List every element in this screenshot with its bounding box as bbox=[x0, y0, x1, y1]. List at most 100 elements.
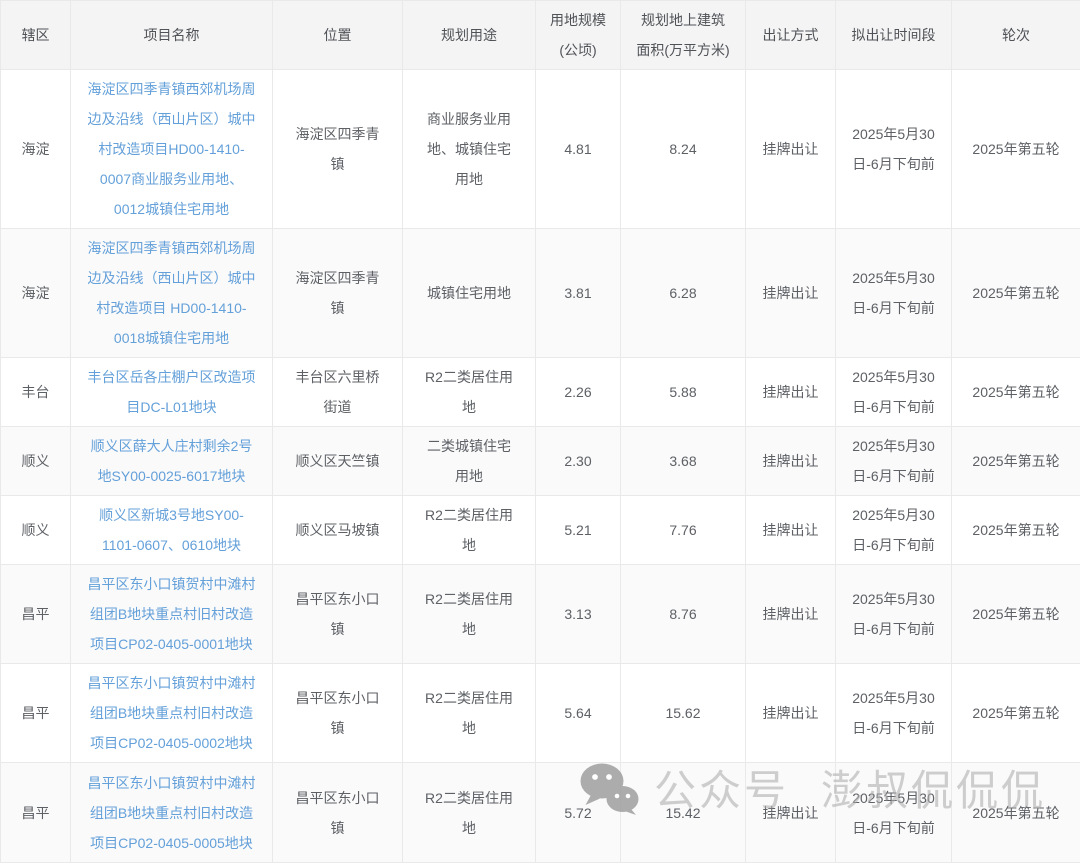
col-header-planned-use: 规划用途 bbox=[403, 1, 536, 70]
cell-land-scale: 5.21 bbox=[536, 496, 621, 565]
cell-project: 海淀区四季青镇西郊机场周边及沿线（西山片区）城中村改造项目HD00-1410-0… bbox=[71, 70, 273, 229]
table-row: 顺义 顺义区薛大人庄村剩余2号地SY00-0025-6017地块 顺义区天竺镇 … bbox=[1, 427, 1080, 496]
cell-project: 顺义区新城3号地SY00-1101-0607、0610地块 bbox=[71, 496, 273, 565]
table-row: 海淀 海淀区四季青镇西郊机场周边及沿线（西山片区）城中村改造项目HD00-141… bbox=[1, 70, 1080, 229]
cell-building-area: 5.88 bbox=[621, 358, 746, 427]
building-area-line1: 规划地上建筑 bbox=[641, 12, 725, 28]
cell-building-area: 15.42 bbox=[621, 763, 746, 863]
cell-district: 丰台 bbox=[1, 358, 71, 427]
cell-round: 2025年第五轮 bbox=[952, 496, 1080, 565]
cell-land-scale: 2.26 bbox=[536, 358, 621, 427]
project-link[interactable]: 昌平区东小口镇贺村中滩村组团B地块重点村旧村改造项目CP02-0405-0005… bbox=[85, 768, 258, 858]
table-row: 海淀 海淀区四季青镇西郊机场周边及沿线（西山片区）城中村改造项目 HD00-14… bbox=[1, 229, 1080, 358]
table-row: 昌平 昌平区东小口镇贺村中滩村组团B地块重点村旧村改造项目CP02-0405-0… bbox=[1, 664, 1080, 763]
cell-planned-use: R2二类居住用地 bbox=[403, 664, 536, 763]
cell-transfer-period: 2025年5月30日-6月下旬前 bbox=[836, 565, 952, 664]
project-link[interactable]: 海淀区四季青镇西郊机场周边及沿线（西山片区）城中村改造项目 HD00-1410-… bbox=[85, 233, 258, 353]
cell-district: 昌平 bbox=[1, 565, 71, 664]
cell-location: 海淀区四季青镇 bbox=[273, 70, 403, 229]
cell-building-area: 6.28 bbox=[621, 229, 746, 358]
cell-planned-use: R2二类居住用地 bbox=[403, 763, 536, 863]
land-scale-line2: (公顷) bbox=[559, 42, 596, 58]
cell-land-scale: 5.64 bbox=[536, 664, 621, 763]
project-link[interactable]: 顺义区新城3号地SY00-1101-0607、0610地块 bbox=[85, 500, 258, 560]
cell-location: 昌平区东小口镇 bbox=[273, 763, 403, 863]
cell-round: 2025年第五轮 bbox=[952, 565, 1080, 664]
project-link[interactable]: 海淀区四季青镇西郊机场周边及沿线（西山片区）城中村改造项目HD00-1410-0… bbox=[85, 74, 258, 224]
cell-project: 昌平区东小口镇贺村中滩村组团B地块重点村旧村改造项目CP02-0405-0001… bbox=[71, 565, 273, 664]
cell-transfer-period: 2025年5月30日-6月下旬前 bbox=[836, 70, 952, 229]
cell-district: 海淀 bbox=[1, 229, 71, 358]
cell-round: 2025年第五轮 bbox=[952, 664, 1080, 763]
cell-planned-use: 二类城镇住宅用地 bbox=[403, 427, 536, 496]
cell-location: 顺义区天竺镇 bbox=[273, 427, 403, 496]
cell-transfer-method: 挂牌出让 bbox=[746, 664, 836, 763]
table-row: 顺义 顺义区新城3号地SY00-1101-0607、0610地块 顺义区马坡镇 … bbox=[1, 496, 1080, 565]
project-link[interactable]: 丰台区岳各庄棚户区改造项目DC-L01地块 bbox=[85, 362, 258, 422]
project-link[interactable]: 昌平区东小口镇贺村中滩村组团B地块重点村旧村改造项目CP02-0405-0002… bbox=[85, 668, 258, 758]
cell-transfer-method: 挂牌出让 bbox=[746, 763, 836, 863]
cell-building-area: 8.76 bbox=[621, 565, 746, 664]
cell-planned-use: R2二类居住用地 bbox=[403, 496, 536, 565]
cell-project: 昌平区东小口镇贺村中滩村组团B地块重点村旧村改造项目CP02-0405-0005… bbox=[71, 763, 273, 863]
cell-building-area: 8.24 bbox=[621, 70, 746, 229]
col-header-building-area: 规划地上建筑面积(万平方米) bbox=[621, 1, 746, 70]
cell-location: 昌平区东小口镇 bbox=[273, 565, 403, 664]
land-scale-line1: 用地规模 bbox=[550, 12, 606, 28]
cell-planned-use: 商业服务业用地、城镇住宅用地 bbox=[403, 70, 536, 229]
land-supply-table: 辖区 项目名称 位置 规划用途 用地规模(公顷) 规划地上建筑面积(万平方米) … bbox=[0, 0, 1080, 863]
cell-building-area: 3.68 bbox=[621, 427, 746, 496]
cell-round: 2025年第五轮 bbox=[952, 358, 1080, 427]
cell-round: 2025年第五轮 bbox=[952, 763, 1080, 863]
cell-transfer-period: 2025年5月30日-6月下旬前 bbox=[836, 496, 952, 565]
cell-transfer-period: 2025年5月30日-6月下旬前 bbox=[836, 427, 952, 496]
cell-district: 昌平 bbox=[1, 763, 71, 863]
cell-transfer-method: 挂牌出让 bbox=[746, 358, 836, 427]
cell-project: 丰台区岳各庄棚户区改造项目DC-L01地块 bbox=[71, 358, 273, 427]
col-header-district: 辖区 bbox=[1, 1, 71, 70]
cell-round: 2025年第五轮 bbox=[952, 229, 1080, 358]
cell-district: 顺义 bbox=[1, 427, 71, 496]
cell-district: 昌平 bbox=[1, 664, 71, 763]
table-row: 昌平 昌平区东小口镇贺村中滩村组团B地块重点村旧村改造项目CP02-0405-0… bbox=[1, 763, 1080, 863]
cell-transfer-method: 挂牌出让 bbox=[746, 565, 836, 664]
cell-location: 顺义区马坡镇 bbox=[273, 496, 403, 565]
table-header-row: 辖区 项目名称 位置 规划用途 用地规模(公顷) 规划地上建筑面积(万平方米) … bbox=[1, 1, 1080, 70]
cell-transfer-period: 2025年5月30日-6月下旬前 bbox=[836, 229, 952, 358]
col-header-location: 位置 bbox=[273, 1, 403, 70]
project-link[interactable]: 顺义区薛大人庄村剩余2号地SY00-0025-6017地块 bbox=[85, 431, 258, 491]
cell-project: 顺义区薛大人庄村剩余2号地SY00-0025-6017地块 bbox=[71, 427, 273, 496]
cell-round: 2025年第五轮 bbox=[952, 427, 1080, 496]
cell-transfer-method: 挂牌出让 bbox=[746, 427, 836, 496]
cell-land-scale: 4.81 bbox=[536, 70, 621, 229]
col-header-land-scale: 用地规模 (公顷) bbox=[536, 1, 621, 70]
cell-planned-use: 城镇住宅用地 bbox=[403, 229, 536, 358]
cell-land-scale: 2.30 bbox=[536, 427, 621, 496]
project-link[interactable]: 昌平区东小口镇贺村中滩村组团B地块重点村旧村改造项目CP02-0405-0001… bbox=[85, 569, 258, 659]
col-header-transfer-method: 出让方式 bbox=[746, 1, 836, 70]
cell-building-area: 15.62 bbox=[621, 664, 746, 763]
col-header-project: 项目名称 bbox=[71, 1, 273, 70]
cell-land-scale: 5.72 bbox=[536, 763, 621, 863]
building-area-line2: 面积(万平方米) bbox=[636, 42, 729, 58]
col-header-round: 轮次 bbox=[952, 1, 1080, 70]
table-row: 丰台 丰台区岳各庄棚户区改造项目DC-L01地块 丰台区六里桥街道 R2二类居住… bbox=[1, 358, 1080, 427]
cell-district: 顺义 bbox=[1, 496, 71, 565]
cell-transfer-period: 2025年5月30日-6月下旬前 bbox=[836, 358, 952, 427]
cell-planned-use: R2二类居住用地 bbox=[403, 565, 536, 664]
cell-building-area: 7.76 bbox=[621, 496, 746, 565]
cell-location: 海淀区四季青镇 bbox=[273, 229, 403, 358]
cell-transfer-period: 2025年5月30日-6月下旬前 bbox=[836, 664, 952, 763]
cell-district: 海淀 bbox=[1, 70, 71, 229]
cell-land-scale: 3.13 bbox=[536, 565, 621, 664]
cell-planned-use: R2二类居住用地 bbox=[403, 358, 536, 427]
cell-transfer-method: 挂牌出让 bbox=[746, 70, 836, 229]
cell-location: 昌平区东小口镇 bbox=[273, 664, 403, 763]
cell-land-scale: 3.81 bbox=[536, 229, 621, 358]
cell-transfer-method: 挂牌出让 bbox=[746, 496, 836, 565]
cell-transfer-method: 挂牌出让 bbox=[746, 229, 836, 358]
cell-project: 海淀区四季青镇西郊机场周边及沿线（西山片区）城中村改造项目 HD00-1410-… bbox=[71, 229, 273, 358]
table-row: 昌平 昌平区东小口镇贺村中滩村组团B地块重点村旧村改造项目CP02-0405-0… bbox=[1, 565, 1080, 664]
cell-transfer-period: 2025年5月30日-6月下旬前 bbox=[836, 763, 952, 863]
cell-location: 丰台区六里桥街道 bbox=[273, 358, 403, 427]
